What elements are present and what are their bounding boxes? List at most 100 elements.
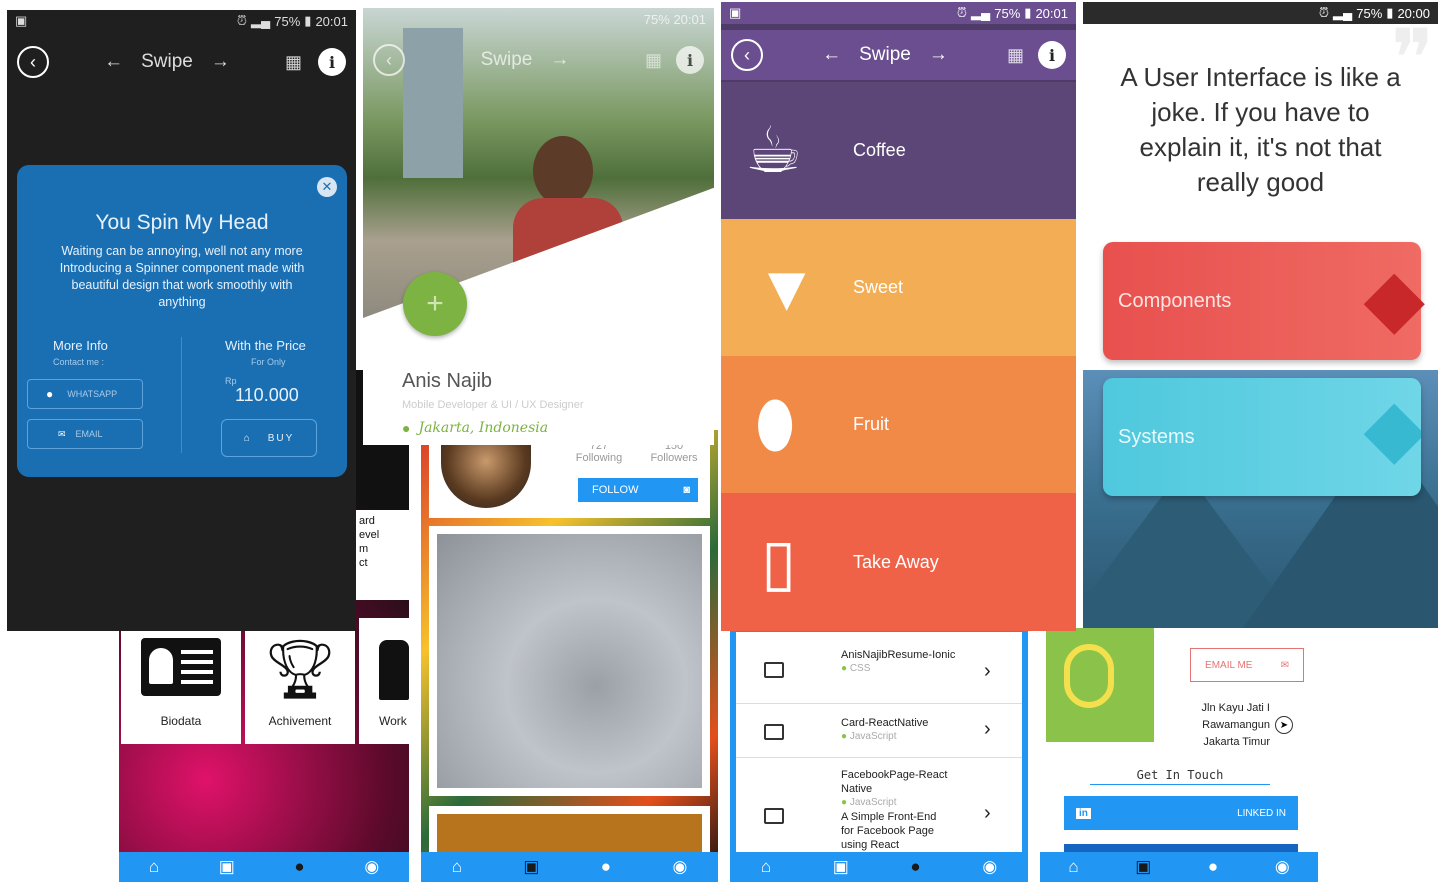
grid-icon[interactable]: ▦ [1007,45,1024,66]
swipe-label: Swipe [859,44,911,65]
menu-item-coffee[interactable]: ☕︎ Coffee [721,82,1076,219]
address-line-1: Jln Kayu Jati I [1201,702,1270,714]
systems-card[interactable]: Systems ◆ [1103,378,1421,496]
arrow-left-icon[interactable]: ← [822,44,841,66]
github-icon[interactable]: ● [1208,857,1218,877]
worker-icon [379,640,409,700]
spinner-card: ✕ You Spin My Head Waiting can be annoyi… [17,165,347,477]
add-button[interactable]: + [403,272,467,336]
chevron-right-icon[interactable]: › [984,718,991,741]
profile-icon[interactable]: ◉ [1275,857,1290,877]
repo-item[interactable]: Card-ReactNative ● JavaScript › [736,704,1022,758]
quote-text: A User Interface is like a joke. If you … [1120,62,1401,197]
follow-button[interactable]: FOLLOW ◙ [578,478,698,502]
status-bar: ▣ ⏰︎ ▂▄ 75% ▮ 20:01 [721,2,1076,24]
menu-label: Fruit [853,414,889,434]
instagram-icon[interactable]: ▣ [1135,857,1151,877]
profile-role: Mobile Developer & UI / UX Designer [402,399,584,411]
follow-label: FOLLOW [592,484,639,496]
side-text-3: m [359,543,369,555]
instagram-icon[interactable]: ▣ [833,857,849,877]
profile-location: Jakarta, Indonesia [418,420,549,436]
side-text-4: ct [359,557,368,569]
signal-icon: ▂▄ [971,5,991,20]
arrow-left-icon[interactable]: ← [104,51,123,73]
grid-icon[interactable]: ▦ [285,52,302,73]
instagram-icon[interactable]: ▣ [523,857,539,877]
tile-work[interactable]: Work [359,618,409,744]
sky-photo [437,534,702,788]
profile-icon[interactable]: ◉ [672,857,687,877]
menu-label: Sweet [853,277,904,297]
swipe-label: Swipe [480,49,533,70]
github-icon[interactable]: ● [294,857,304,877]
battery-icon: ▮ [304,13,312,28]
chevron-right-icon[interactable]: › [984,802,991,825]
back-icon[interactable]: ‹ [373,44,405,76]
components-card[interactable]: Components ◆ [1103,242,1425,360]
toolbar: ‹ ← Swipe → ▦ i [721,30,1076,80]
price-heading: With the Price [225,338,306,353]
clock: 20:01 [1035,5,1068,21]
instagram-icon[interactable]: ▣ [219,857,235,877]
linkedin-button[interactable]: in LINKED IN [1064,796,1298,830]
contact-screen: EMAIL ME ✉ Jln Kayu Jati I Rawamangun Ja… [1040,628,1318,882]
email-me-button[interactable]: EMAIL ME ✉ [1190,648,1304,682]
arrow-right-icon[interactable]: → [550,49,569,71]
repo-lang: CSS [849,663,871,674]
menu-item-fruit[interactable]: ⬮ Fruit [721,356,1076,493]
whatsapp-button[interactable]: ● WHATSAPP [27,379,143,409]
profile-name: Anis Najib [402,370,493,392]
price-value: 110.000 [235,385,299,405]
github-icon[interactable]: ● [910,857,920,877]
battery-level: 75% [1356,5,1383,21]
home-icon[interactable]: ⌂ [1068,857,1078,877]
menu-item-take-away[interactable]: ▯ Take Away [721,493,1076,631]
repo-item[interactable]: AnisNajibResume-Ionic ● CSS › [736,632,1022,704]
github-icon[interactable]: ● [601,857,611,877]
battery-icon: ▮ [1024,5,1032,20]
contact-me-label: Contact me : [53,357,105,367]
tile-biodata[interactable]: Biodata [121,618,241,744]
folder-icon [764,662,784,678]
for-only-label: For Only [251,357,286,367]
email-me-label: EMAIL ME [1205,659,1253,671]
email-button[interactable]: ✉ EMAIL [27,419,143,449]
address-line-2: Rawamangun [1202,719,1270,731]
repo-list-screen: AnisNajibResume-Ionic ● CSS › Card-React… [730,628,1028,882]
repo-name: Card-ReactNative [841,717,929,729]
home-icon[interactable]: ⌂ [452,857,462,877]
repo-list: AnisNajibResume-Ionic ● CSS › Card-React… [736,632,1022,854]
profile-icon[interactable]: ◉ [982,857,997,877]
gallery-icon: ▣ [729,5,742,20]
info-icon[interactable]: i [1038,41,1066,69]
back-icon[interactable]: ‹ [17,46,49,78]
tag-icon: ⌂ [243,432,252,444]
buy-button[interactable]: ⌂ BUY [221,419,317,457]
chevron-right-icon[interactable]: › [984,660,991,683]
folder-icon [764,808,784,824]
tile-achivement[interactable]: 🏆︎ Achivement [245,618,355,744]
close-icon[interactable]: ✕ [317,177,337,197]
linkedin-label: LINKED IN [1237,807,1286,819]
spinner-screen: ▣ ⏰︎ ▂▄ 75% ▮ 20:01 ‹ ← Swipe → ▦ i ✕ You Sp… [7,10,356,631]
menu-item-sweet[interactable]: ▼ Sweet [721,219,1076,356]
profile-icon[interactable]: ◉ [364,857,379,877]
menu-screen: ▣ ⏰︎ ▂▄ 75% ▮ 20:01 ‹ ← Swipe → ▦ i ☕︎ Coffe… [721,2,1076,631]
back-icon[interactable]: ‹ [731,39,763,71]
repo-lang: JavaScript [849,797,897,808]
navigate-icon[interactable]: ➤ [1275,716,1293,734]
bottom-nav: ⌂ ▣ ● ◉ [421,852,718,882]
info-icon[interactable]: i [676,46,704,74]
arrow-right-icon[interactable]: → [929,44,948,66]
arrow-right-icon[interactable]: → [211,51,230,73]
grid-icon[interactable]: ▦ [645,50,662,71]
clock: 20:01 [315,13,348,29]
home-icon[interactable]: ⌂ [149,857,159,877]
home-icon[interactable]: ⌂ [761,857,771,877]
info-icon[interactable]: i [318,48,346,76]
alarm-icon: ⏰︎ [1318,5,1330,20]
pear-icon: ⬮ [755,388,796,460]
repo-item[interactable]: FacebookPage-ReactNative ● JavaScript A … [736,758,1022,854]
bottom-nav: ⌂ ▣ ● ◉ [1040,852,1318,882]
